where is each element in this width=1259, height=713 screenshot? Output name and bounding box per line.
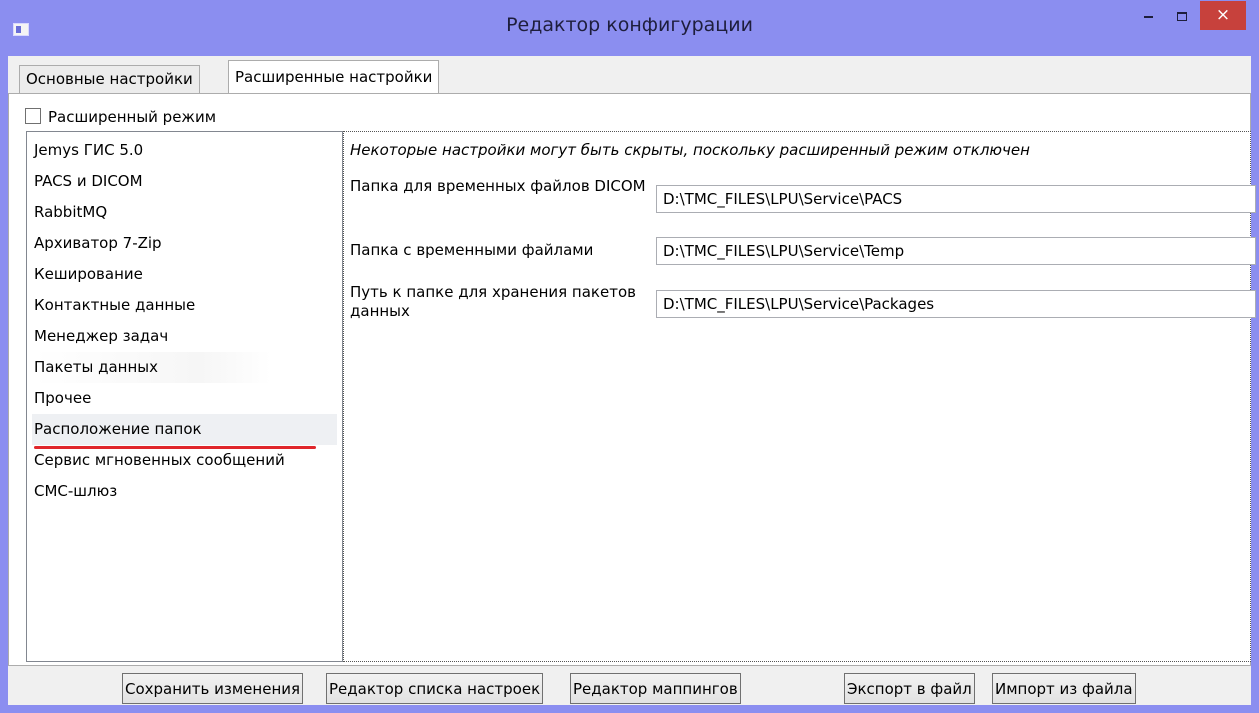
advanced-mode-label: Расширенный режим: [48, 108, 217, 126]
packages-folder-label: Путь к папке для хранения пакетов данных: [350, 283, 636, 320]
list-item[interactable]: Контактные данные: [34, 290, 195, 321]
list-item[interactable]: Архиватор 7-Zip: [34, 228, 162, 259]
advanced-mode-toggle[interactable]: Расширенный режим: [25, 108, 216, 128]
list-item[interactable]: Jemys ГИС 5.0: [34, 135, 143, 166]
list-item[interactable]: Кеширование: [34, 259, 143, 290]
tab-basic-settings[interactable]: Основные настройки: [19, 65, 200, 93]
title-bar[interactable]: Редактор конфигурации ×: [0, 0, 1259, 56]
config-editor-window: Редактор конфигурации × Основные настрой…: [0, 0, 1259, 713]
list-item[interactable]: Сервис мгновенных сообщений: [34, 445, 285, 476]
window-title: Редактор конфигурации: [506, 14, 753, 36]
category-list[interactable]: Jemys ГИС 5.0 PACS и DICOM RabbitMQ Архи…: [26, 131, 343, 662]
tab-bar: Основные настройки Расширенные настройки: [8, 56, 1251, 94]
advanced-mode-checkbox[interactable]: [25, 108, 41, 124]
list-item[interactable]: RabbitMQ: [34, 197, 107, 228]
temp-dicom-folder-input[interactable]: [656, 185, 1256, 213]
maximize-button[interactable]: [1167, 2, 1197, 30]
settings-pane: Некоторые настройки могут быть скрыты, п…: [343, 131, 1256, 662]
tab-content: Расширенный режим Jemys ГИС 5.0 PACS и D…: [8, 93, 1256, 666]
settings-list-editor-button[interactable]: Редактор списка настроек: [326, 673, 544, 704]
save-changes-button[interactable]: Сохранить изменения: [122, 673, 304, 704]
list-item[interactable]: Менеджер задач: [34, 321, 168, 352]
list-item[interactable]: Пакеты данных: [34, 352, 271, 383]
list-item[interactable]: Прочее: [34, 383, 91, 414]
list-item-selected[interactable]: Расположение папок: [32, 414, 337, 445]
minimize-icon: [1143, 15, 1153, 18]
minimize-button[interactable]: [1133, 2, 1163, 30]
temp-files-folder-label: Папка с временными файлами: [350, 241, 594, 259]
close-button[interactable]: ×: [1200, 1, 1246, 30]
import-from-file-button[interactable]: Импорт из файла: [992, 673, 1136, 704]
export-to-file-button[interactable]: Экспорт в файл: [844, 673, 975, 704]
mapping-editor-button[interactable]: Редактор маппингов: [570, 673, 741, 704]
list-item[interactable]: СМС-шлюз: [34, 476, 117, 507]
temp-files-folder-input[interactable]: [656, 237, 1256, 265]
tab-advanced-settings[interactable]: Расширенные настройки: [228, 60, 440, 94]
packages-folder-input[interactable]: [656, 290, 1256, 318]
temp-dicom-folder-label: Папка для временных файлов DICOM: [350, 177, 646, 195]
client-area: Основные настройки Расширенные настройки…: [8, 56, 1256, 705]
hidden-settings-notice: Некоторые настройки могут быть скрыты, п…: [350, 141, 1030, 159]
bottom-button-bar: Сохранить изменения Редактор списка наст…: [8, 666, 1251, 705]
maximize-icon: [1177, 12, 1187, 21]
close-icon: ×: [1215, 5, 1231, 25]
list-item[interactable]: PACS и DICOM: [34, 166, 143, 197]
